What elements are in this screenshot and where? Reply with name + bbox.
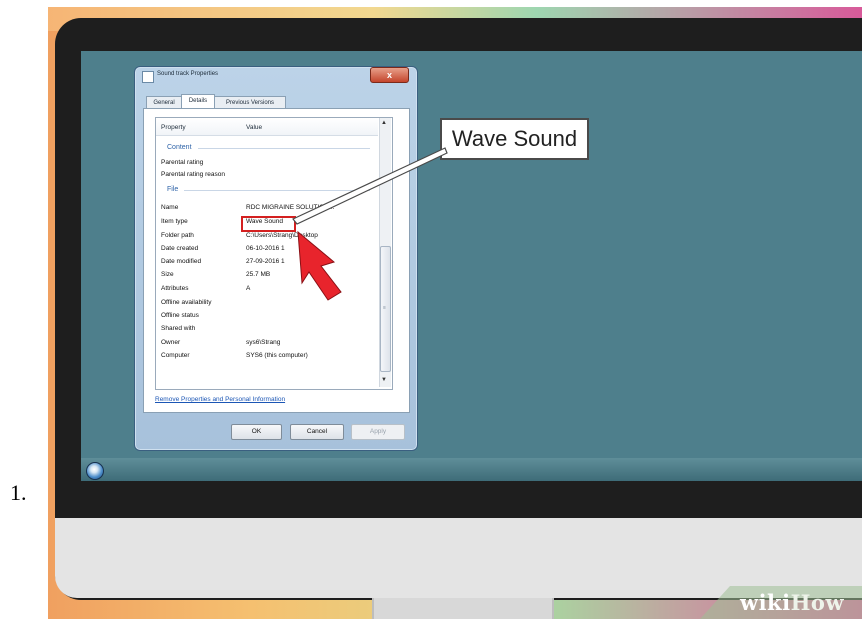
property-name[interactable]: Offline availability	[161, 299, 211, 306]
property-name[interactable]: Folder path	[161, 232, 194, 239]
property-value[interactable]: RDC MIGRAINE SOLUTION...	[246, 204, 334, 211]
property-name[interactable]: Item type	[161, 218, 188, 225]
property-name[interactable]: Offline status	[161, 312, 199, 319]
remove-properties-link[interactable]: Remove Properties and Personal Informati…	[155, 396, 285, 403]
callout-label: Wave Sound	[440, 118, 589, 160]
apply-button[interactable]: Apply	[351, 424, 405, 440]
property-name[interactable]: Shared with	[161, 325, 195, 332]
scrollbar-grip-icon: ≡	[383, 305, 386, 311]
section-divider	[184, 190, 370, 191]
property-name[interactable]: Name	[161, 204, 178, 211]
column-header-property[interactable]: Property	[161, 124, 186, 131]
property-name[interactable]: Owner	[161, 339, 180, 346]
step-number: 1.	[10, 480, 27, 505]
section-content: Content	[167, 144, 192, 151]
column-header-value[interactable]: Value	[246, 124, 262, 131]
property-name[interactable]: Parental rating	[161, 159, 203, 166]
file-icon	[142, 71, 154, 83]
close-button[interactable]: x	[370, 67, 409, 83]
watermark-part-how: How	[790, 590, 845, 615]
properties-list	[155, 117, 393, 390]
property-value[interactable]: SYS6 (this computer)	[246, 352, 308, 359]
property-name[interactable]: Parental rating reason	[161, 171, 225, 178]
watermark-text: wikiHow	[740, 590, 844, 615]
property-name[interactable]: Computer	[161, 352, 190, 359]
item-type-highlight	[241, 216, 296, 232]
taskbar	[81, 458, 862, 481]
dialog-title: Sound track Properties	[157, 71, 219, 77]
property-name[interactable]: Date created	[161, 245, 198, 252]
scroll-down-arrow-icon[interactable]: ▼	[381, 377, 387, 383]
section-divider	[198, 148, 370, 149]
property-value[interactable]: 06-10-2016 1	[246, 245, 285, 252]
property-value[interactable]: A	[246, 285, 250, 292]
property-value[interactable]: 27-09-2016 1	[246, 258, 285, 265]
scroll-up-arrow-icon[interactable]: ▲	[381, 120, 387, 126]
section-file: File	[167, 186, 179, 193]
ok-button[interactable]: OK	[231, 424, 282, 440]
monitor-stand	[372, 598, 554, 619]
property-name[interactable]: Size	[161, 271, 174, 278]
watermark-part-wiki: wiki	[740, 590, 791, 615]
cancel-button[interactable]: Cancel	[290, 424, 344, 440]
property-name[interactable]: Date modified	[161, 258, 201, 265]
start-button-icon[interactable]	[86, 462, 104, 480]
property-value[interactable]: sys6\Strang	[246, 339, 280, 346]
property-value[interactable]: 25.7 MB	[246, 271, 270, 278]
list-header	[156, 118, 378, 136]
property-value[interactable]: C:\Users\Strang\Desktop	[246, 232, 318, 239]
property-name[interactable]: Attributes	[161, 285, 188, 292]
wikihow-watermark: wikiHow	[700, 586, 862, 619]
